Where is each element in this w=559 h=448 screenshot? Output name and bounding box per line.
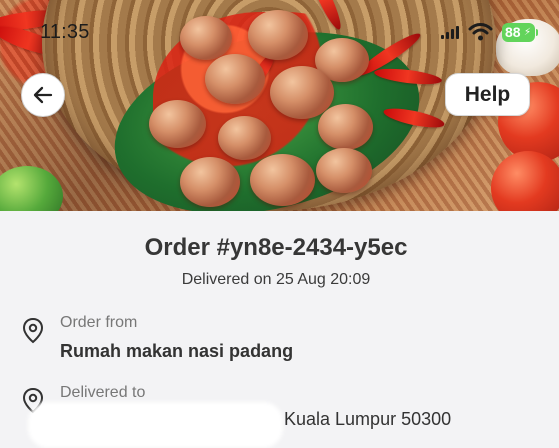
order-from-label: Order from <box>60 314 138 331</box>
restaurant-name[interactable]: Rumah makan nasi padang <box>60 341 293 362</box>
meatball <box>318 104 373 150</box>
address-redaction <box>28 402 283 448</box>
order-number-title: Order #yn8e-2434-y5ec <box>144 234 408 261</box>
signal-icon <box>441 25 459 39</box>
status-time: 11:35 <box>40 21 90 43</box>
location-pin-icon <box>22 317 44 344</box>
hero-food-image: 11:35 88 ⚡ Help <box>0 0 559 211</box>
meatball <box>316 148 372 193</box>
meatball <box>248 10 308 60</box>
arrow-left-icon <box>33 86 53 104</box>
battery-percentage: 88 <box>505 23 521 40</box>
delivered-to-label: Delivered to <box>60 384 146 401</box>
delivery-address-visible: Kuala Lumpur 50300 <box>284 409 452 429</box>
back-button[interactable] <box>21 73 65 117</box>
status-icons: 88 ⚡ <box>441 22 538 42</box>
meatball <box>180 16 232 60</box>
help-button[interactable]: Help <box>445 73 530 116</box>
meatball <box>180 157 240 207</box>
order-details-panel: Order #yn8e-2434-y5ec Delivered on 25 Au… <box>0 211 559 448</box>
meatball <box>218 116 271 160</box>
meatball <box>149 100 206 148</box>
charging-bolt-icon: ⚡ <box>523 26 531 38</box>
meatball <box>205 54 265 104</box>
battery-icon: 88 ⚡ <box>502 22 538 42</box>
meatball <box>250 154 315 206</box>
wifi-icon <box>468 23 493 41</box>
delivered-date: Delivered on 25 Aug 20:09 <box>181 271 371 288</box>
